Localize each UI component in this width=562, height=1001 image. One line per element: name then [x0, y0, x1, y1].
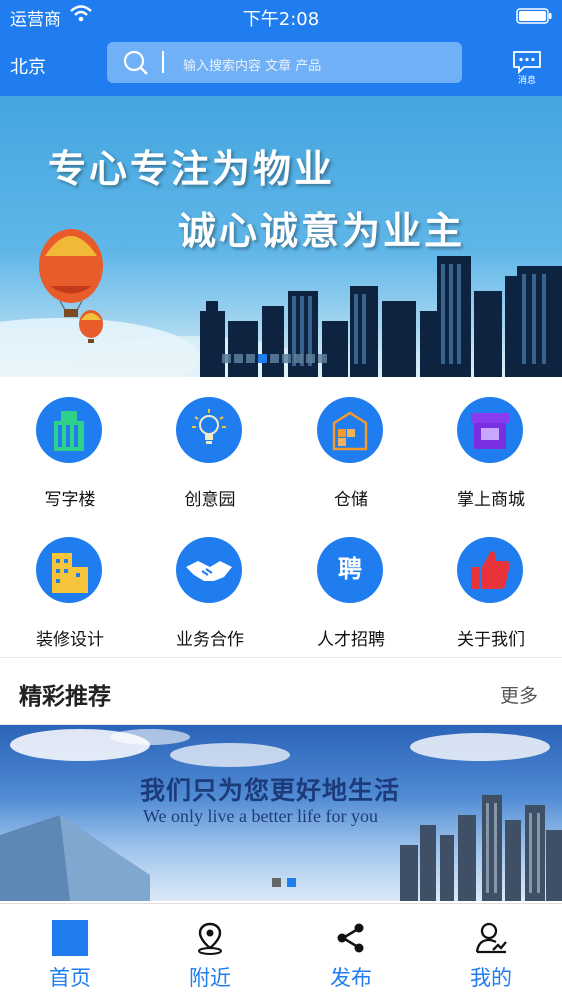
- category-label: 装修设计: [36, 630, 104, 650]
- tab-label: 首页: [49, 966, 91, 990]
- location-pin-icon: [198, 922, 222, 955]
- category-label: 仓储: [334, 490, 368, 510]
- city-selector[interactable]: 北京: [10, 53, 46, 79]
- more-link[interactable]: 更多: [500, 681, 538, 708]
- search-bar[interactable]: 输入搜索内容 文章 产品: [107, 42, 462, 83]
- app-header: 北京 输入搜索内容 文章 产品 消息: [0, 32, 562, 96]
- svg-text:聘: 聘: [338, 555, 362, 583]
- promo-title: 我们只为您更好地生活: [140, 776, 401, 805]
- clock: 下午2:08: [242, 9, 320, 30]
- tab-nearby[interactable]: 附近: [140, 904, 280, 1001]
- category-grid: 写字楼 创意园 仓储 掌上商城 装修设计 业务合作 聘 人才招聘 关于我们: [0, 377, 562, 657]
- category-creative-park[interactable]: 创意园: [140, 377, 280, 517]
- category-label: 人才招聘: [317, 630, 385, 650]
- hero-banner[interactable]: 专心专注为物业 诚心诚意为业主: [0, 96, 562, 377]
- lightbulb-icon: [192, 409, 226, 444]
- pagination-dot[interactable]: [270, 354, 279, 363]
- pagination-dot[interactable]: [282, 354, 291, 363]
- shop-icon: [471, 413, 509, 449]
- battery-icon: [516, 8, 552, 24]
- category-decoration[interactable]: 装修设计: [0, 517, 140, 657]
- message-icon: [513, 51, 541, 74]
- category-about[interactable]: 关于我们: [421, 517, 561, 657]
- category-recruit[interactable]: 聘 人才招聘: [281, 517, 421, 657]
- office-building-icon: [54, 411, 84, 451]
- recommend-section-header: 精彩推荐 更多: [0, 657, 562, 725]
- category-cooperation[interactable]: 业务合作: [140, 517, 280, 657]
- banner-headline-2: 诚心诚意为业主: [178, 209, 466, 253]
- recruit-icon: 聘: [338, 555, 362, 583]
- section-title: 精彩推荐: [19, 684, 111, 710]
- pagination-dot[interactable]: [258, 354, 267, 363]
- category-mall[interactable]: 掌上商城: [421, 377, 561, 517]
- tab-bar: 首页 附近 发布 我的: [0, 903, 562, 1000]
- search-input[interactable]: 输入搜索内容 文章 产品: [183, 55, 321, 74]
- pagination-dot[interactable]: [294, 354, 303, 363]
- promo-subtitle: We only live a better life for you: [143, 806, 378, 826]
- tab-label: 发布: [330, 966, 372, 990]
- category-label: 写字楼: [44, 490, 96, 510]
- home-icon: [52, 920, 88, 956]
- pagination-dot[interactable]: [272, 878, 281, 887]
- banner-pagination: [222, 354, 327, 363]
- pagination-dot[interactable]: [318, 354, 327, 363]
- category-label: 业务合作: [176, 630, 244, 650]
- user-icon: [475, 922, 507, 954]
- pagination-dot[interactable]: [234, 354, 243, 363]
- tab-publish[interactable]: 发布: [281, 904, 421, 1001]
- tab-label: 附近: [189, 966, 231, 990]
- search-icon: [123, 50, 148, 75]
- category-office[interactable]: 写字楼: [0, 377, 140, 517]
- status-bar: 运营商 下午2:08: [0, 0, 562, 32]
- pagination-dot[interactable]: [222, 354, 231, 363]
- promo-banner[interactable]: 我们只为您更好地生活 We only live a better life fo…: [0, 725, 562, 901]
- tab-label: 我的: [470, 966, 512, 990]
- message-label: 消息: [517, 76, 536, 86]
- handshake-icon: [186, 561, 232, 581]
- share-icon: [337, 923, 364, 953]
- tab-mine[interactable]: 我的: [421, 904, 561, 1001]
- promo-pagination: [272, 878, 296, 887]
- category-label: 创意园: [184, 490, 236, 510]
- message-button[interactable]: 消息: [510, 50, 544, 86]
- pagination-dot[interactable]: [246, 354, 255, 363]
- category-warehouse[interactable]: 仓储: [281, 377, 421, 517]
- thumbs-up-icon: [471, 551, 510, 589]
- left-tower: [0, 815, 150, 901]
- category-label: 关于我们: [457, 630, 525, 650]
- pagination-dot[interactable]: [306, 354, 315, 363]
- decoration-building-icon: [52, 553, 88, 593]
- warehouse-icon: [332, 411, 368, 451]
- banner-headline-1: 专心专注为物业: [48, 147, 336, 191]
- search-cursor: [162, 51, 164, 73]
- tab-home[interactable]: 首页: [0, 904, 140, 1001]
- category-label: 掌上商城: [457, 490, 525, 510]
- pagination-dot[interactable]: [287, 878, 296, 887]
